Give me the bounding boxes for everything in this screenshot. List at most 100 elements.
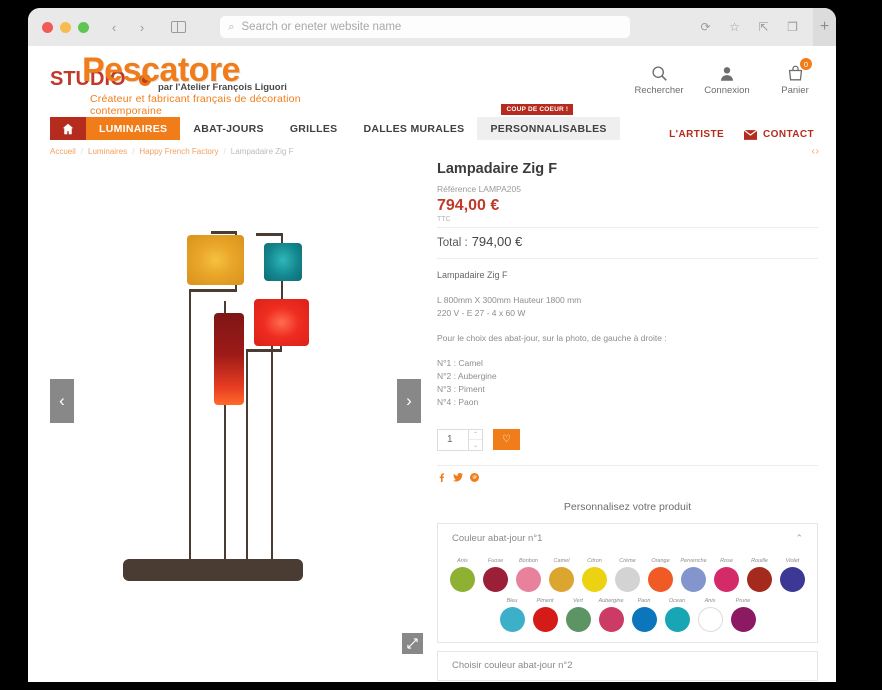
nav-item-personnalisables[interactable]: COUP DE COEUR ! PERSONNALISABLES [477, 104, 620, 140]
swatch-row-2: Bleu Piment Vert Aubergine Paon Ocean An… [448, 598, 807, 632]
gallery-prev-button[interactable]: ‹ [50, 379, 74, 423]
swatch-ocean[interactable]: Ocean [663, 598, 692, 632]
swatch-anis[interactable]: Anis [448, 558, 477, 592]
user-icon [719, 60, 735, 82]
swatch-dot[interactable] [549, 566, 574, 592]
product-total-value: 794,00 € [471, 234, 523, 249]
accordion-1-header[interactable]: Couleur abat-jour n°1 ⌃ [438, 524, 817, 554]
header-login-button[interactable]: Connexion [704, 60, 750, 96]
minimize-window-button[interactable] [60, 21, 71, 33]
product-prev-next-nav[interactable]: ‹ › [812, 146, 820, 157]
swatch-dot[interactable] [714, 566, 739, 592]
breadcrumb-separator: / [223, 147, 226, 156]
facebook-icon[interactable] [437, 473, 446, 484]
swatch-dot[interactable] [499, 606, 525, 632]
header-search-button[interactable]: Rechercher [634, 60, 684, 96]
share-icon[interactable]: ⇱ [751, 17, 776, 38]
swatch-bleu[interactable]: Bleu [498, 598, 527, 632]
breadcrumb-item-luminaires[interactable]: Luminaires [88, 147, 127, 156]
window-controls[interactable] [42, 21, 89, 33]
swatch-vert[interactable]: Vert [564, 598, 593, 632]
swatch-rose[interactable]: Rose [712, 558, 741, 592]
forward-button[interactable]: › [129, 16, 155, 38]
swatch-label: Camel [553, 557, 570, 564]
swatch-dot[interactable] [730, 606, 756, 632]
swatch-dot[interactable] [615, 566, 640, 592]
swatch-dot[interactable] [780, 566, 805, 592]
swatch-violet[interactable]: Violet [778, 558, 807, 592]
nav-item-luminaires[interactable]: LUMINAIRES [86, 117, 181, 140]
swatch-piment[interactable]: Piment [531, 598, 560, 632]
swatch-anis-white[interactable]: Anis [696, 598, 725, 632]
swatch-dot[interactable] [664, 606, 690, 632]
quantity-decrease-icon[interactable]: ⌄ [469, 440, 482, 450]
swatch-dot[interactable] [681, 566, 706, 592]
swatch-label: Rose [720, 557, 733, 564]
twitter-icon[interactable] [453, 472, 463, 484]
bookmark-icon[interactable]: ☆ [722, 17, 747, 38]
site-header: STUDIO Pescatore par l'Atelier François … [28, 46, 836, 117]
swatch-label: Bleu [506, 597, 518, 604]
swatch-camel[interactable]: Camel [547, 558, 576, 592]
breadcrumb: Accueil / Luminaires / Happy French Fact… [28, 140, 836, 161]
back-button[interactable]: ‹ [101, 16, 127, 38]
accordion-couleur-abat-jour-2[interactable]: Choisir couleur abat-jour n°2 [437, 650, 818, 681]
swatch-pervenche[interactable]: Pervenche [679, 558, 708, 592]
wishlist-button[interactable]: ♡ [493, 429, 520, 451]
maximize-window-button[interactable] [78, 21, 89, 33]
breadcrumb-item-accueil[interactable]: Accueil [50, 147, 76, 156]
header-cart-label: Panier [781, 85, 809, 96]
swatch-orange[interactable]: Orange [646, 558, 675, 592]
chevron-up-icon: ⌃ [795, 533, 803, 544]
heart-icon: ♡ [502, 434, 511, 446]
site-logo[interactable]: STUDIO Pescatore par l'Atelier François … [50, 49, 350, 117]
nav-item-artiste[interactable]: L'ARTISTE [669, 129, 724, 140]
new-tab-button[interactable]: + [812, 8, 836, 46]
swatch-dot[interactable] [648, 566, 673, 592]
cart-badge: 0 [800, 58, 812, 70]
nav-item-grilles[interactable]: GRILLES [277, 117, 351, 140]
close-window-button[interactable] [42, 21, 53, 33]
quantity-arrows[interactable]: ⌃ ⌄ [468, 429, 482, 450]
reload-icon[interactable]: ⟳ [693, 17, 718, 38]
swatch-dot[interactable] [516, 566, 541, 592]
swatch-dot[interactable] [598, 606, 624, 632]
swatch-fuose[interactable]: Fuose [481, 558, 510, 592]
nav-item-abat-jours[interactable]: ABAT-JOURS [180, 117, 276, 140]
swatch-dot[interactable] [631, 606, 657, 632]
gallery-expand-button[interactable] [402, 633, 423, 654]
nav-item-dalles-murales[interactable]: DALLES MURALES [350, 117, 477, 140]
swatch-creme[interactable]: Crème [613, 558, 642, 592]
quantity-stepper[interactable]: 1 ⌃ ⌄ [437, 428, 483, 451]
swatch-dot[interactable] [582, 566, 607, 592]
quantity-increase-icon[interactable]: ⌃ [469, 430, 482, 441]
gallery-next-button[interactable]: › [397, 379, 421, 423]
swatch-label: Vert [573, 597, 583, 604]
swatch-dot[interactable] [697, 606, 723, 632]
nav-home-button[interactable] [50, 117, 86, 140]
swatch-dot[interactable] [532, 606, 558, 632]
swatch-dot[interactable] [483, 566, 508, 592]
sidebar-toggle-icon[interactable] [165, 16, 191, 38]
tabs-overview-icon[interactable]: ❐ [780, 17, 805, 38]
swatch-aubergine[interactable]: Aubergine [597, 598, 626, 632]
social-divider [437, 464, 818, 466]
swatch-paon[interactable]: Paon [630, 598, 659, 632]
description-shade-2: N°2 : Aubergine [437, 371, 497, 382]
breadcrumb-item-happy-french-factory[interactable]: Happy French Factory [139, 147, 218, 156]
nav-item-contact[interactable]: CONTACT [744, 129, 814, 140]
swatch-bonbon[interactable]: Bonbon [514, 558, 543, 592]
product-image[interactable] [111, 221, 361, 581]
pinterest-icon[interactable] [470, 472, 479, 484]
header-cart-button[interactable]: 0 Panier [772, 58, 818, 96]
description-intro: Pour le choix des abat-jour, sur la phot… [437, 333, 667, 344]
address-bar[interactable]: ⌕ Search or eneter website name [220, 16, 631, 38]
nav-label: ABAT-JOURS [193, 122, 264, 135]
swatch-dot[interactable] [565, 606, 591, 632]
swatch-citron[interactable]: Citron [580, 558, 609, 592]
swatch-dot[interactable] [450, 566, 475, 592]
swatch-rouille[interactable]: Rouille [745, 558, 774, 592]
product-description: Lampadaire Zig F L 800mm X 300mm Hauteur… [437, 270, 818, 407]
swatch-prune[interactable]: Prune [729, 598, 758, 632]
swatch-dot[interactable] [747, 566, 772, 592]
